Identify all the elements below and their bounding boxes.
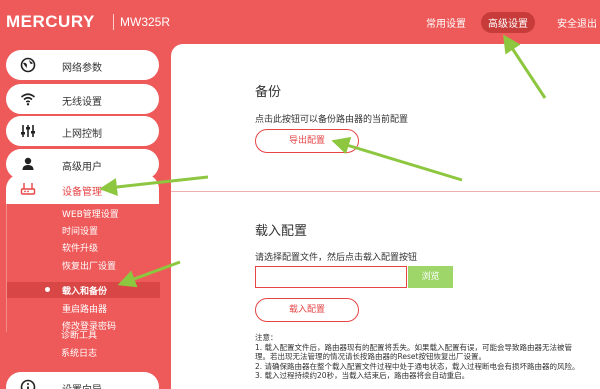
user-icon	[22, 157, 34, 170]
backup-description: 点击此按钮可以备份路由器的当前配置	[255, 115, 409, 125]
globe-icon	[20, 57, 36, 73]
load-description: 请选择配置文件，然后点击载入配置按钮	[255, 253, 418, 263]
notes-block: 注意： 1. 载入配置文件后，路由器现有的配置将丢失。如果载入配置有误，可能会导…	[255, 333, 585, 381]
brand-logo: MERCURY	[6, 12, 95, 31]
nav-logout[interactable]: 安全退出	[557, 15, 597, 30]
submenu-reboot[interactable]: 重启路由器	[62, 302, 107, 315]
router-icon	[20, 183, 36, 195]
submenu-web-management[interactable]: WEB管理设置	[62, 207, 119, 220]
submenu-firmware-upgrade[interactable]: 软件升级	[62, 241, 98, 254]
notes-line: 3. 载入过程持续约20秒，当载入结束后，路由器将会自动重启。	[255, 371, 470, 380]
sidebar-item-label: 高级用户	[62, 162, 102, 173]
main-content: 备份 点击此按钮可以备份路由器的当前配置 导出配置 载入配置 请选择配置文件，然…	[171, 44, 600, 389]
browse-button[interactable]: 浏览	[408, 266, 453, 288]
section-divider	[171, 191, 600, 192]
load-section-title: 载入配置	[255, 224, 308, 239]
sidebar-item-wireless[interactable]: 无线设置	[6, 84, 159, 114]
header-divider	[113, 14, 114, 30]
sidebar: 网络参数 无线设置 上网控制 高级用户 设备管理 WEB管理设置 时间设置 软件…	[0, 44, 165, 389]
selected-indicator-dot	[45, 287, 50, 292]
notes-line: 2. 请确保路由器在整个载入配置文件过程中处于通电状态，载入过程断电会有损坏路由…	[255, 361, 580, 371]
top-header: MERCURY MW325R 常用设置 高级设置 安全退出	[0, 0, 600, 44]
load-config-button[interactable]: 载入配置	[255, 298, 359, 322]
nav-basic-settings[interactable]: 常用设置	[426, 15, 466, 30]
sidebar-item-label: 无线设置	[62, 97, 102, 108]
wifi-icon	[20, 93, 36, 106]
model-name: MW325R	[120, 15, 171, 29]
sidebar-item-label: 网络参数	[62, 63, 102, 74]
sidebar-item-setup-wizard[interactable]: 设置向导	[6, 372, 159, 389]
submenu-system-log[interactable]: 系统日志	[61, 346, 97, 359]
submenu-time-settings[interactable]: 时间设置	[62, 224, 98, 237]
notes-line: 理。若出现无法管理的情况请长按路由器的Reset按钮恢复出厂设置。	[255, 352, 486, 361]
sidebar-item-label: 设备管理	[62, 187, 102, 198]
notes-line: 1. 载入配置文件后，路由器现有的配置将丢失。如果载入配置有误，可能会导致路由器…	[255, 342, 573, 352]
info-icon	[20, 379, 36, 389]
backup-section-title: 备份	[255, 85, 282, 100]
export-config-button[interactable]: 导出配置	[255, 129, 359, 153]
sidebar-item-device-management[interactable]: 设备管理	[6, 174, 159, 204]
notes-heading: 注意：	[255, 333, 278, 342]
sidebar-item-label: 上网控制	[62, 129, 102, 140]
submenu-factory-reset[interactable]: 恢复出厂设置	[62, 259, 116, 272]
submenu-load-backup[interactable]: 载入和备份	[62, 284, 107, 297]
sliders-icon	[21, 125, 35, 137]
device-management-submenu: WEB管理设置 时间设置 软件升级 恢复出厂设置 载入和备份 重启路由器 修改登…	[6, 204, 160, 332]
sidebar-item-access-control[interactable]: 上网控制	[6, 116, 159, 146]
sidebar-item-label: 设置向导	[62, 381, 102, 389]
nav-advanced-settings[interactable]: 高级设置	[481, 12, 535, 33]
submenu-diagnostics[interactable]: 诊断工具	[61, 328, 97, 341]
sidebar-item-network[interactable]: 网络参数	[6, 50, 159, 80]
config-file-input[interactable]	[255, 266, 407, 288]
